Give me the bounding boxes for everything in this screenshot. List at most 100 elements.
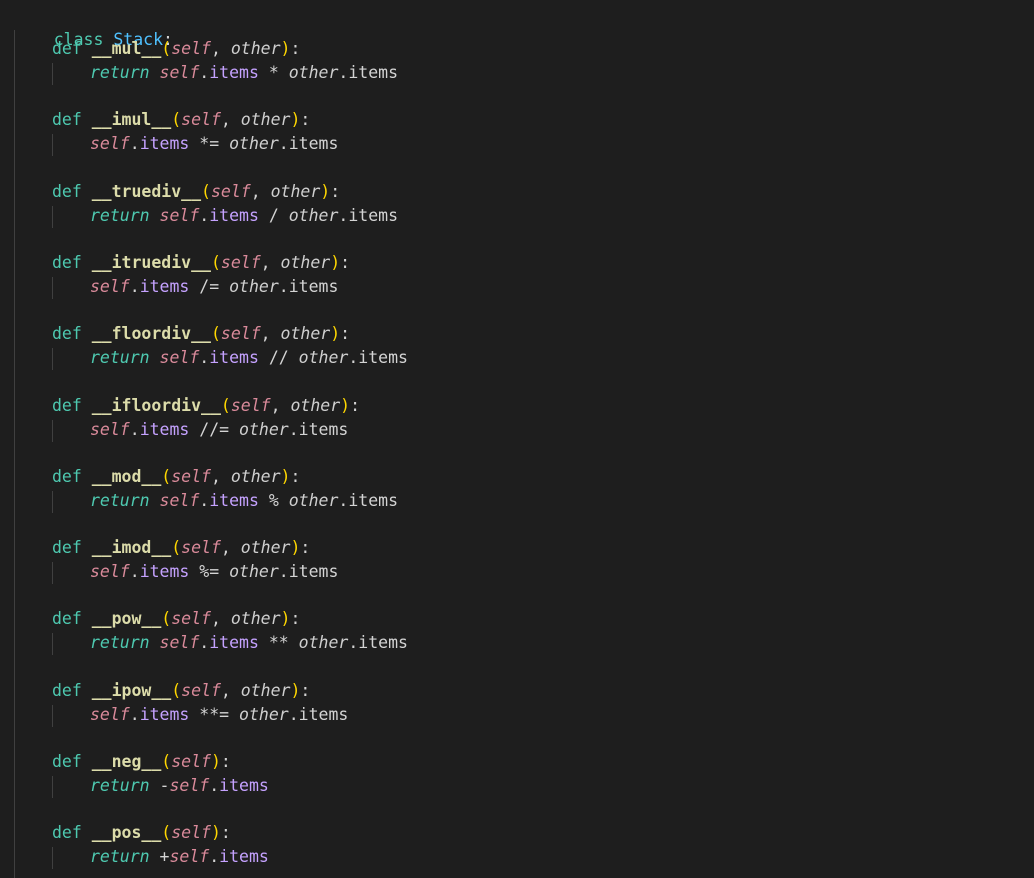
def-colon: : xyxy=(290,609,301,628)
method-def-line-pow: def __pow__(self, other): xyxy=(52,607,300,631)
method-def-line-floordiv: def __floordiv__(self, other): xyxy=(52,322,350,346)
dot: . xyxy=(288,420,299,439)
def-colon: : xyxy=(340,253,351,272)
param-other: other xyxy=(240,681,291,700)
other-ref: other xyxy=(288,491,339,510)
method-name: __floordiv__ xyxy=(91,324,211,343)
param-other: other xyxy=(230,609,281,628)
def-colon: : xyxy=(350,396,360,415)
other-attr-items: items xyxy=(358,348,408,367)
method-indent-guide xyxy=(52,847,53,869)
param-self: self xyxy=(181,110,221,129)
operator: + xyxy=(149,847,170,866)
code-editor[interactable]: class Stack: def __mul__(self, other): re… xyxy=(0,0,1034,878)
other-attr-items: items xyxy=(298,420,349,439)
dot: . xyxy=(129,705,140,724)
close-paren: ) xyxy=(320,182,331,201)
self-ref: self xyxy=(90,420,130,439)
dot: . xyxy=(278,562,289,581)
other-ref: other xyxy=(298,633,349,652)
param-self: self xyxy=(210,182,251,201)
attr-items: items xyxy=(139,277,190,296)
method-name: __mul__ xyxy=(91,39,162,58)
self-ref: self xyxy=(90,277,130,296)
def-keyword: def xyxy=(52,253,82,272)
self-ref: self xyxy=(90,562,130,581)
method-def-line-neg: def __neg__(self): xyxy=(52,750,231,774)
dot: . xyxy=(199,206,210,225)
attr-items: items xyxy=(139,705,190,724)
def-keyword: def xyxy=(52,182,82,201)
operator: **= xyxy=(189,705,240,724)
dot: . xyxy=(348,348,359,367)
method-def-line-ifloordiv: def __ifloordiv__(self, other): xyxy=(52,394,360,418)
def-keyword: def xyxy=(52,609,82,628)
operator: //= xyxy=(189,420,240,439)
method-def-line-imul: def __imul__(self, other): xyxy=(52,108,310,132)
open-paren: ( xyxy=(201,182,211,201)
method-name: __itruediv__ xyxy=(91,253,211,272)
operator: / xyxy=(258,206,289,225)
method-body-line-mod: return self.items % other.items xyxy=(90,489,398,513)
close-paren: ) xyxy=(210,752,221,771)
attr-items: items xyxy=(139,562,190,581)
attr-items: items xyxy=(139,134,190,153)
method-name: __pow__ xyxy=(91,609,162,628)
dot: . xyxy=(288,705,299,724)
method-name: __mod__ xyxy=(91,467,162,486)
param-separator: , xyxy=(270,396,291,415)
self-ref: self xyxy=(90,134,130,153)
self-ref: self xyxy=(169,776,210,795)
def-keyword: def xyxy=(52,823,82,842)
method-indent-guide xyxy=(52,277,53,299)
method-body-line-pow: return self.items ** other.items xyxy=(90,631,408,655)
return-keyword: return xyxy=(90,847,150,866)
def-keyword: def xyxy=(52,467,82,486)
class-indent-guide xyxy=(14,30,15,878)
open-paren: ( xyxy=(161,467,172,486)
other-attr-items: items xyxy=(348,63,398,82)
param-self: self xyxy=(171,752,211,771)
param-self: self xyxy=(220,324,261,343)
param-separator: , xyxy=(220,110,241,129)
operator: - xyxy=(149,776,170,795)
close-paren: ) xyxy=(330,253,341,272)
method-body-line-pos: return +self.items xyxy=(90,845,269,869)
close-paren: ) xyxy=(340,396,351,415)
self-ref: self xyxy=(159,633,200,652)
method-def-line-mul: def __mul__(self, other): xyxy=(52,37,300,61)
attr-items: items xyxy=(209,491,259,510)
param-separator: , xyxy=(210,467,231,486)
other-attr-items: items xyxy=(348,206,398,225)
attr-items: items xyxy=(209,633,259,652)
method-def-line-imod: def __imod__(self, other): xyxy=(52,536,310,560)
open-paren: ( xyxy=(171,681,182,700)
param-other: other xyxy=(230,39,281,58)
dot: . xyxy=(199,63,210,82)
operator: %= xyxy=(189,562,230,581)
close-paren: ) xyxy=(290,538,301,557)
def-colon: : xyxy=(220,823,231,842)
def-colon: : xyxy=(220,752,231,771)
method-name: __truediv__ xyxy=(91,182,202,201)
method-name: __ifloordiv__ xyxy=(91,396,221,415)
return-keyword: return xyxy=(90,633,150,652)
method-indent-guide xyxy=(52,63,53,85)
param-self: self xyxy=(171,39,211,58)
dot: . xyxy=(338,206,349,225)
other-attr-items: items xyxy=(298,705,349,724)
param-other: other xyxy=(240,110,291,129)
method-def-line-itruediv: def __itruediv__(self, other): xyxy=(52,251,350,275)
method-body-line-truediv: return self.items / other.items xyxy=(90,204,398,228)
dot: . xyxy=(338,63,349,82)
self-ref: self xyxy=(159,348,200,367)
method-name: __pos__ xyxy=(91,823,162,842)
open-paren: ( xyxy=(161,609,172,628)
open-paren: ( xyxy=(210,324,221,343)
dot: . xyxy=(129,420,140,439)
self-ref: self xyxy=(90,705,130,724)
attr-items: items xyxy=(209,63,259,82)
dot: . xyxy=(129,134,140,153)
method-body-line-imod: self.items %= other.items xyxy=(90,560,338,584)
method-name: __imod__ xyxy=(91,538,172,557)
